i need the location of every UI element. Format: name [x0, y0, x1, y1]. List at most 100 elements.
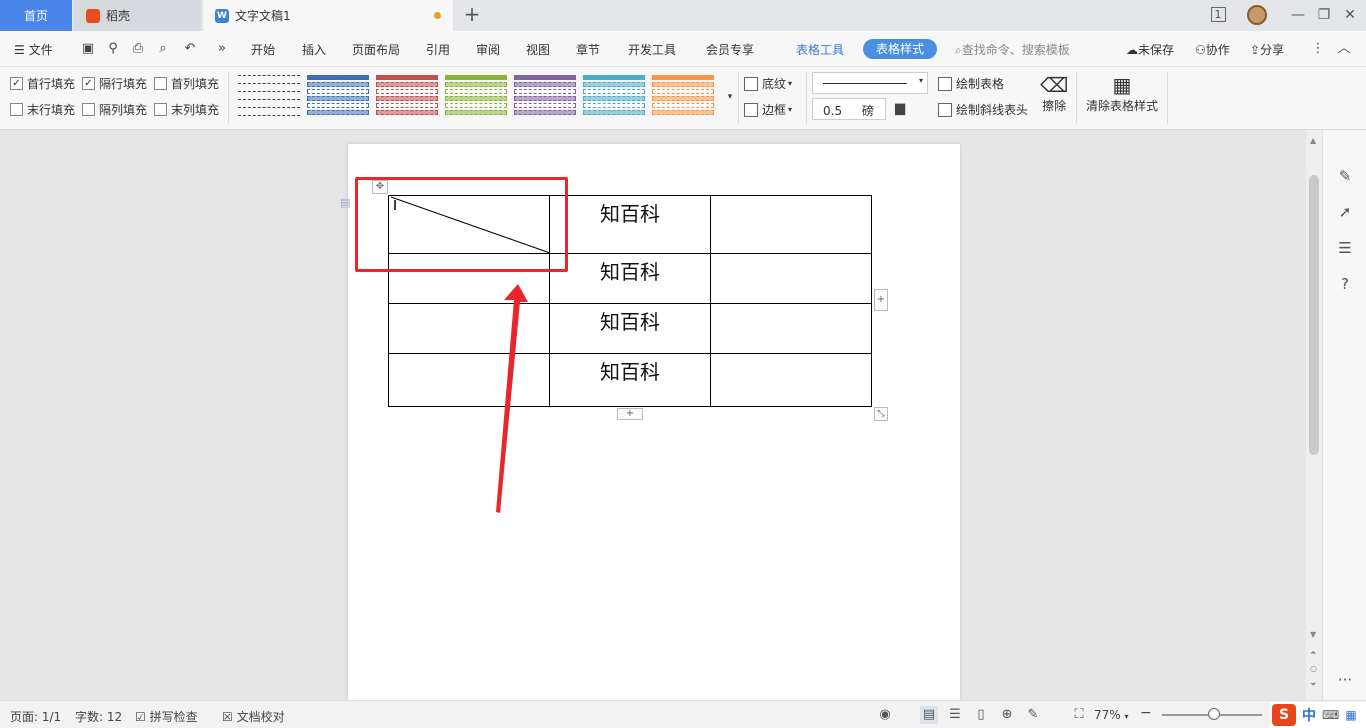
tab-daoke[interactable]: 稻壳 [74, 0, 201, 31]
next-page-icon[interactable]: ⏷ [1310, 680, 1316, 690]
ime-toolbar[interactable]: S 中 ⌨ ▦ [1270, 702, 1366, 728]
more-options-icon[interactable]: ⋮ [1310, 41, 1326, 57]
undo-icon[interactable]: ↶ [182, 41, 198, 57]
table-style-thumbnail[interactable] [583, 73, 645, 121]
vertical-scrollbar[interactable]: ▲ ▼ ⏶ ○ ⏷ [1306, 130, 1322, 700]
page-view-icon[interactable]: ▤ [920, 706, 938, 724]
save-icon[interactable]: ▣ [80, 41, 96, 57]
checkbox-first-column[interactable]: 首列填充 [154, 75, 219, 92]
table-style-thumbnail[interactable] [238, 73, 300, 121]
shading-button[interactable]: 底纹 ▾ [744, 75, 792, 92]
menu-start[interactable]: 开始 [251, 41, 275, 58]
checkbox-box: ✓ [10, 77, 23, 90]
share-button[interactable]: ⇪分享 [1250, 41, 1284, 58]
eye-protect-icon[interactable]: ◉ [876, 706, 894, 724]
draw-diagonal-header-button[interactable]: 绘制斜线表头 [938, 101, 1028, 118]
web-view-icon[interactable]: ⊕ [998, 706, 1016, 724]
menu-table-tools[interactable]: 表格工具 [796, 41, 844, 58]
table-style-thumbnail[interactable] [307, 73, 369, 121]
prev-page-icon[interactable]: ⏶ [1310, 648, 1316, 658]
new-tab-button[interactable]: + [460, 3, 484, 27]
checkbox-last-column[interactable]: 末列填充 [154, 101, 219, 118]
user-avatar[interactable] [1247, 5, 1267, 25]
erase-button[interactable]: ⌫ 擦除 [1040, 73, 1068, 114]
settings-sliders-icon[interactable]: ☰ [1335, 238, 1355, 258]
table-cell[interactable]: 知百科 [549, 303, 711, 354]
scrollbar-thumb[interactable] [1309, 175, 1319, 455]
add-column-button[interactable]: + [874, 289, 888, 311]
word-count[interactable]: 字数: 12 [75, 708, 122, 725]
checkbox-header-row[interactable]: ✓ 首行填充 [10, 75, 75, 92]
table-style-thumbnail[interactable] [445, 73, 507, 121]
menu-developer[interactable]: 开发工具 [628, 41, 676, 58]
ribbon-divider [1076, 72, 1077, 124]
thumbnail-row [514, 75, 576, 80]
zoom-out-button[interactable]: − [1140, 705, 1152, 721]
more-dots-icon[interactable]: ··· [1335, 670, 1355, 690]
table-cell[interactable] [710, 253, 872, 304]
zoom-slider-knob[interactable] [1208, 708, 1220, 720]
zoom-level[interactable]: 77% ▾ [1094, 708, 1129, 722]
thumbnail-row [445, 96, 507, 101]
checkbox-banded-columns[interactable]: 隔列填充 [82, 101, 147, 118]
collapse-ribbon-icon[interactable]: ︿ [1336, 41, 1352, 57]
pen-color-icon[interactable]: ▆ [892, 101, 908, 117]
doc-proof-button[interactable]: ☒ 文档校对 [222, 708, 285, 725]
table-resize-handle[interactable]: ⤡ [874, 407, 888, 421]
spell-check-button[interactable]: ☑ 拼写检查 [135, 708, 198, 725]
file-menu[interactable]: ☰ 文件 [14, 41, 53, 58]
minimize-button[interactable]: — [1286, 4, 1310, 26]
restore-button[interactable]: ❐ [1312, 4, 1336, 26]
print-preview-icon[interactable]: ⌕ [155, 41, 171, 57]
gallery-more-icon[interactable]: ▾ [722, 89, 738, 105]
write-mode-icon[interactable]: ✎ [1024, 706, 1042, 724]
table-style-thumbnail[interactable] [652, 73, 714, 121]
table-cell[interactable]: 知百科 [549, 353, 711, 407]
page-count[interactable]: 页面: 1/1 [10, 708, 61, 725]
checkbox-banded-rows[interactable]: ✓ 隔行填充 [82, 75, 147, 92]
menu-table-style[interactable]: 表格样式 [863, 39, 937, 59]
scroll-down-icon[interactable]: ▼ [1310, 630, 1316, 639]
table-cell[interactable] [710, 195, 872, 254]
menu-review[interactable]: 审阅 [476, 41, 500, 58]
menu-view[interactable]: 视图 [526, 41, 550, 58]
help-icon[interactable]: ? [1335, 274, 1355, 294]
fit-page-icon[interactable]: ⛶ [1070, 706, 1088, 724]
table-cell[interactable]: 知百科 [549, 195, 711, 254]
page-count-button[interactable]: 1 [1207, 4, 1229, 26]
tab-document[interactable]: W 文字文稿1 [203, 0, 453, 31]
menu-membership[interactable]: 会员专享 [706, 41, 754, 58]
scroll-up-icon[interactable]: ▲ [1310, 136, 1316, 145]
more-quick-access[interactable]: » [214, 41, 230, 57]
reading-view-icon[interactable]: ▯ [972, 706, 990, 724]
menu-chapter[interactable]: 章节 [576, 41, 600, 58]
cursor-select-icon[interactable]: ➚ [1335, 202, 1355, 222]
table-style-thumbnail[interactable] [376, 73, 438, 121]
table-cell[interactable]: 知百科 [549, 253, 711, 304]
paragraph-icon[interactable]: ▤ [340, 196, 352, 210]
table-cell[interactable] [710, 353, 872, 407]
edit-pen-icon[interactable]: ✎ [1335, 166, 1355, 186]
borders-button[interactable]: 边框 ▾ [744, 101, 792, 118]
menu-references[interactable]: 引用 [426, 41, 450, 58]
checkbox-last-row[interactable]: 末行填充 [10, 101, 75, 118]
add-row-button[interactable]: + [617, 408, 643, 420]
format-painter-icon[interactable]: ⚲ [105, 41, 121, 57]
collaborate-button[interactable]: ⚇协作 [1195, 41, 1230, 58]
thumbnail-row [307, 82, 369, 87]
line-width-select[interactable]: 0.5 磅 [812, 98, 886, 120]
tab-home[interactable]: 首页 [0, 0, 72, 31]
print-icon[interactable]: ⎙ [130, 41, 146, 57]
command-search[interactable]: ⌕查找命令、搜索模板 [955, 41, 1070, 58]
close-button[interactable]: ✕ [1338, 4, 1362, 26]
table-style-thumbnail[interactable] [514, 73, 576, 121]
clear-table-style-button[interactable]: ▦ 清除表格样式 [1086, 73, 1158, 114]
line-style-select[interactable]: ▾ [812, 72, 928, 94]
table-cell[interactable] [710, 303, 872, 354]
select-browse-object-icon[interactable]: ○ [1310, 664, 1317, 673]
menu-page-layout[interactable]: 页面布局 [352, 41, 400, 58]
draw-table-button[interactable]: 绘制表格 [938, 75, 1004, 92]
menu-insert[interactable]: 插入 [302, 41, 326, 58]
outline-view-icon[interactable]: ☰ [946, 706, 964, 724]
cloud-save-status[interactable]: ☁未保存 [1126, 41, 1174, 58]
